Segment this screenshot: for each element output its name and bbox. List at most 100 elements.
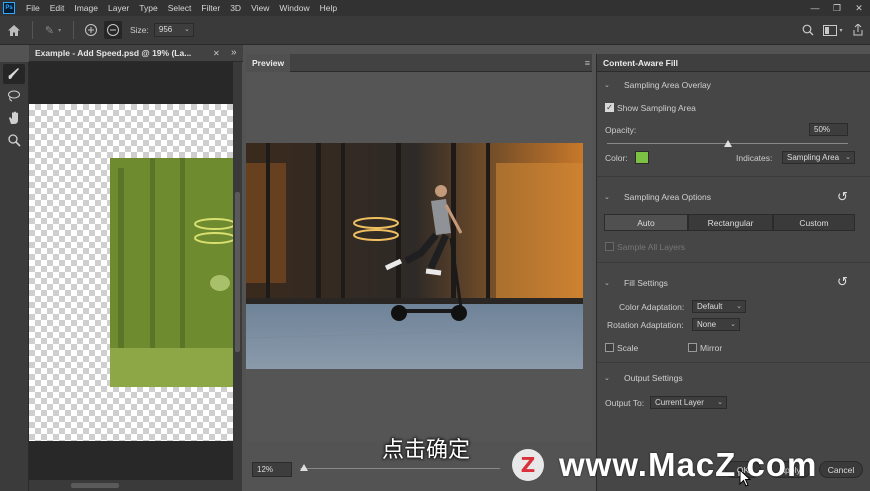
panel-menu-icon[interactable]: ≡ [585,58,590,68]
chevron-down-icon: ⌄ [845,154,851,161]
divider [597,262,870,263]
brush-preset-icon[interactable]: ✎ ▾ [37,19,69,41]
collapse-panel-icon[interactable]: » [231,47,237,58]
document-tab[interactable]: Example - Add Speed.psd @ 19% (La... ✕ [29,45,243,62]
opacity-slider-thumb[interactable] [723,140,732,147]
tab-preview[interactable]: Preview [246,54,291,72]
chevron-down-icon[interactable]: ⌄ [604,279,610,287]
indicates-label: Indicates: [736,153,773,163]
output-to-dropdown[interactable]: Current Layer ⌄ [650,396,727,409]
section-sampling-overlay[interactable]: Sampling Area Overlay [624,80,711,90]
home-icon[interactable] [0,19,28,41]
panel-title: Content-Aware Fill [603,58,678,68]
chevron-down-icon[interactable]: ⌄ [604,374,610,382]
subtract-mode-icon[interactable] [104,21,122,39]
zoom-slider-thumb[interactable] [300,464,308,471]
sampling-custom-button[interactable]: Custom [773,214,855,231]
lasso-tool-icon[interactable] [3,86,25,106]
hand-tool-icon[interactable] [3,108,25,128]
scale-label: Scale [617,343,639,353]
divider [597,362,870,363]
watermark: Z www.MacZ.com [512,445,867,485]
opacity-value: 50% [814,125,831,134]
preview-header: Preview ≡ [246,54,592,72]
sampling-rectangular-button[interactable]: Rectangular [688,214,773,231]
opacity-label: Opacity: [605,125,637,135]
chevron-down-icon: ⌄ [730,321,736,328]
menu-type[interactable]: Type [134,3,162,13]
vertical-scrollbar[interactable] [233,62,242,491]
menu-select[interactable]: Select [163,3,197,13]
horizontal-scrollbar[interactable] [29,480,234,491]
zoom-tool-icon[interactable] [3,130,25,150]
section-output-settings[interactable]: Output Settings [624,373,683,383]
document-canvas[interactable] [29,62,241,491]
window-controls: — ❐ ✕ [804,0,870,16]
search-icon[interactable] [796,19,820,41]
sampling-auto-button[interactable]: Auto [604,214,688,231]
color-adaptation-label: Color Adaptation: [619,302,685,312]
size-value: 956 [158,25,173,34]
indicates-dropdown[interactable]: Sampling Area ⌄ [782,151,855,164]
restore-button[interactable]: ❐ [826,3,848,14]
watermark-logo: Z [512,449,544,481]
chevron-down-icon: ⌄ [736,303,742,310]
minimize-button[interactable]: — [804,3,826,13]
chevron-down-icon[interactable]: ⌄ [604,81,610,89]
watermark-text: www.MacZ.com [559,446,818,483]
share-icon[interactable] [846,19,870,41]
menu-window[interactable]: Window [274,3,314,13]
section-fill-settings[interactable]: Fill Settings [624,278,668,288]
sample-all-layers-label: Sample All Layers [617,242,686,252]
chevron-down-icon: ⌄ [184,26,190,33]
workspace-icon[interactable]: ▾ [820,19,846,41]
menu-view[interactable]: View [246,3,274,13]
chevron-down-icon[interactable]: ⌄ [604,193,610,201]
color-label: Color: [605,153,628,163]
menu-help[interactable]: Help [315,3,342,13]
section-sampling-options[interactable]: Sampling Area Options [624,192,711,202]
menu-layer[interactable]: Layer [103,3,134,13]
sample-all-layers-checkbox[interactable] [605,242,614,251]
tools-panel [0,62,29,491]
color-adaptation-value: Default [697,302,723,311]
reset-icon[interactable]: ↺ [837,189,848,205]
overlay-color-swatch[interactable] [635,151,649,164]
preview-area[interactable] [246,72,592,441]
zoom-slider[interactable] [300,464,500,474]
panel-header: Content-Aware Fill [597,54,870,72]
rotation-adaptation-value: None [697,320,717,329]
sampling-overlay-image [110,158,233,387]
mirror-label: Mirror [700,343,723,353]
photoshop-logo: Ps [3,2,15,14]
menu-image[interactable]: Image [69,3,103,13]
show-sampling-area-label: Show Sampling Area [617,103,696,113]
opacity-field[interactable]: 50% [809,123,848,136]
indicates-value: Sampling Area [787,153,840,162]
menu-3d[interactable]: 3D [225,3,246,13]
document-tab-title: Example - Add Speed.psd @ 19% (La... [35,48,192,58]
add-mode-icon[interactable] [82,21,100,39]
zoom-field[interactable]: 12% [252,461,292,477]
menu-edit[interactable]: Edit [45,3,70,13]
video-subtitle: 点击确定 [382,438,471,463]
chevron-down-icon: ⌄ [717,399,723,406]
output-to-value: Current Layer [655,398,704,407]
close-tab-icon[interactable]: ✕ [213,49,220,58]
close-window-button[interactable]: ✕ [848,3,870,14]
menu-file[interactable]: File [21,3,45,13]
rotation-adaptation-dropdown[interactable]: None ⌄ [692,318,740,331]
size-label: Size: [130,25,149,35]
brush-tool-icon[interactable] [3,64,25,84]
size-field[interactable]: 956 ⌄ [153,23,194,37]
color-adaptation-dropdown[interactable]: Default ⌄ [692,300,746,313]
scale-checkbox[interactable] [605,343,614,352]
mirror-checkbox[interactable] [688,343,697,352]
content-aware-fill-panel: Content-Aware Fill ⌄ Sampling Area Overl… [596,54,870,491]
opacity-slider[interactable] [607,140,848,149]
menu-filter[interactable]: Filter [196,3,225,13]
show-sampling-area-checkbox[interactable]: ✓ [605,103,614,112]
reset-icon[interactable]: ↺ [837,274,848,290]
rotation-adaptation-label: Rotation Adaptation: [607,320,684,330]
output-to-label: Output To: [605,398,645,408]
